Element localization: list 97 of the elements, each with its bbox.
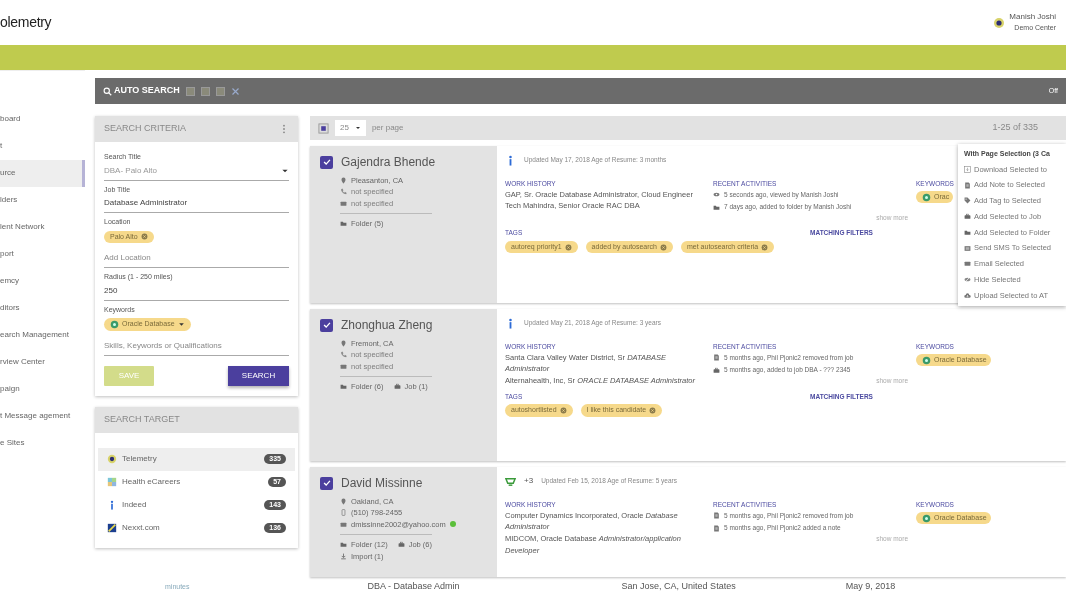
hide-icon <box>964 276 971 284</box>
footer-text: May 9, 2018 <box>845 580 896 594</box>
funnel-logo-icon <box>505 475 516 487</box>
sidebar-item[interactable]: earch Management <box>0 322 85 349</box>
folder-icon <box>340 220 347 228</box>
sidebar-item[interactable]: e Sites <box>0 430 85 457</box>
checkbox[interactable] <box>320 476 333 490</box>
remove-icon[interactable] <box>559 407 567 415</box>
briefcase-icon <box>713 366 720 374</box>
panel-title: SEARCH TARGET <box>104 412 180 426</box>
input-field[interactable]: Add Location <box>104 247 289 268</box>
per-page-label: per page <box>371 122 404 134</box>
search-button[interactable]: SEARCH <box>228 365 289 386</box>
tiles-logo-icon <box>107 477 117 487</box>
remove-icon[interactable] <box>564 243 572 251</box>
caret-icon <box>354 125 361 131</box>
note-icon <box>964 181 971 189</box>
download-icon <box>964 165 971 173</box>
page-range: 1-25 of 335 <box>992 121 1038 135</box>
remove-icon[interactable] <box>140 233 148 241</box>
check-icon <box>321 157 332 167</box>
checkbox[interactable] <box>320 155 333 169</box>
candidate-name[interactable]: David Missinne <box>341 474 423 492</box>
pin-icon <box>340 177 347 185</box>
select-all-icon[interactable] <box>318 122 329 134</box>
remove-icon[interactable] <box>649 407 657 415</box>
toolbar-square-icon[interactable] <box>200 86 210 96</box>
sidebar-item[interactable]: lent Network <box>0 214 85 241</box>
folder-icon <box>340 541 347 549</box>
pin-icon <box>340 498 347 506</box>
sidebar-item[interactable]: paign <box>0 376 85 403</box>
user-name[interactable]: Manish Joshi <box>1009 11 1056 24</box>
note-icon <box>713 512 720 520</box>
message-icon <box>964 244 971 252</box>
source-name: Indeed <box>122 499 147 511</box>
keyword-icon <box>922 192 931 202</box>
envelope-icon <box>340 199 347 207</box>
sidebar-item[interactable]: board <box>0 106 85 133</box>
source-name: Nexxt.com <box>122 522 160 534</box>
select-field[interactable]: DBA- Palo Alto <box>104 162 289 181</box>
briefcase-icon <box>964 213 971 221</box>
phone-icon <box>340 188 347 196</box>
envelope-icon <box>964 260 971 268</box>
input-field[interactable]: Skills, Keywords or Qualifications <box>104 334 289 356</box>
folder-icon <box>713 203 720 211</box>
page-size-select[interactable]: 25 <box>335 120 366 136</box>
briefcase-icon <box>397 541 405 549</box>
keyword-icon <box>922 355 931 365</box>
note-icon <box>713 354 720 362</box>
footer-text: San Jose, CA, United States <box>621 580 736 594</box>
target-logo-icon <box>993 16 1006 29</box>
logo: olemetry <box>0 13 52 32</box>
candidate-name[interactable]: Gajendra Bhende <box>341 153 436 171</box>
caret-icon[interactable] <box>177 320 185 328</box>
envelope-icon <box>340 520 347 528</box>
sidebar-item[interactable]: rview Center <box>0 349 85 376</box>
pin-icon <box>340 340 347 348</box>
toolbar-square-icon[interactable] <box>215 86 225 96</box>
sidebar-item[interactable]: emcy <box>0 268 85 295</box>
keyword-icon <box>110 319 119 329</box>
text-field[interactable]: Database Administrator <box>104 195 289 213</box>
keyword-icon <box>922 513 931 523</box>
search-icon <box>103 86 112 96</box>
close-icon[interactable] <box>230 86 240 96</box>
footer-text: DBA - Database Admin <box>367 580 460 594</box>
sidebar-item[interactable]: port <box>0 241 85 268</box>
sidebar-item[interactable]: ditors <box>0 295 85 322</box>
remove-icon[interactable] <box>761 243 769 251</box>
envelope-icon <box>340 362 347 370</box>
text-field[interactable]: 250 <box>104 282 289 301</box>
sidebar-item[interactable]: urce <box>0 160 85 187</box>
source-name: Telemetry <box>122 453 157 465</box>
checkbox[interactable] <box>320 318 333 332</box>
target-logo-icon <box>107 454 117 464</box>
extra-count: +3 <box>524 475 534 487</box>
folder-icon <box>340 383 347 391</box>
check-icon <box>321 478 332 488</box>
square-logo-icon <box>107 523 117 533</box>
sidebar-item[interactable]: t <box>0 133 85 160</box>
candidate-name[interactable]: Zhonghua Zheng <box>341 316 433 334</box>
cloud-upload-icon <box>964 291 971 299</box>
folder-icon <box>964 228 971 236</box>
remove-icon[interactable] <box>660 243 667 251</box>
check-icon <box>321 320 332 330</box>
briefcase-icon <box>393 383 401 391</box>
phone-icon <box>340 351 347 359</box>
sidebar-item[interactable]: t Message agement <box>0 403 85 430</box>
import-icon <box>340 553 347 561</box>
eye-icon <box>713 191 720 199</box>
auto-search-title: AUTO SEARCH <box>114 84 180 98</box>
sidebar-item[interactable]: lders <box>0 187 85 214</box>
source-name: Health eCareers <box>122 476 181 488</box>
note-icon <box>713 524 720 532</box>
tag-icon <box>964 197 971 205</box>
toolbar-square-icon[interactable] <box>185 86 195 96</box>
mobile-phone-icon <box>340 509 347 517</box>
panel-title: SEARCH CRITERIA <box>104 122 186 136</box>
